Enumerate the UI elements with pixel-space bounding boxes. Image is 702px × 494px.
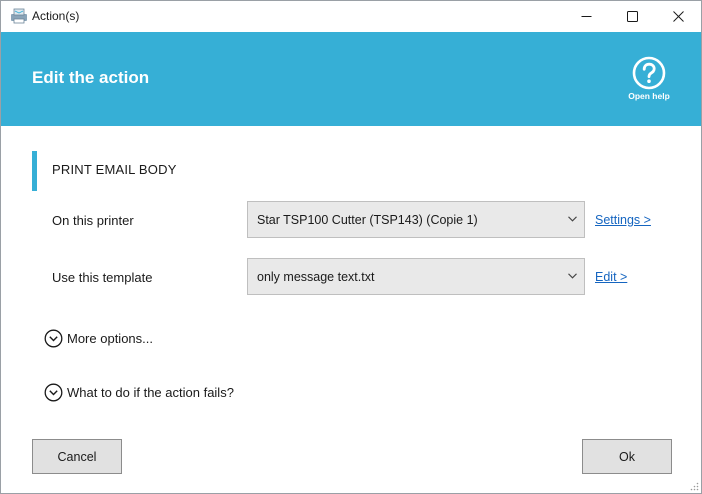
more-options-label: More options... bbox=[67, 330, 153, 346]
more-options-expander[interactable]: More options... bbox=[44, 328, 153, 348]
window-title: Action(s) bbox=[32, 9, 80, 23]
template-select[interactable]: only message text.txt bbox=[247, 258, 585, 295]
dialog-header: Edit the action Open help bbox=[1, 32, 701, 126]
help-icon bbox=[632, 56, 666, 90]
minimize-button[interactable] bbox=[563, 1, 609, 32]
ok-button[interactable]: Ok bbox=[582, 439, 672, 474]
template-edit-link[interactable]: Edit > bbox=[595, 270, 627, 284]
minimize-icon bbox=[581, 16, 591, 17]
header-title: Edit the action bbox=[32, 68, 150, 87]
close-icon bbox=[672, 11, 684, 22]
open-help-button[interactable]: Open help bbox=[623, 56, 675, 104]
open-help-label: Open help bbox=[628, 91, 670, 101]
on-failure-label: What to do if the action fails? bbox=[67, 384, 234, 400]
template-label: Use this template bbox=[52, 270, 153, 285]
resize-grip-icon[interactable] bbox=[689, 481, 699, 491]
action-dialog-window: Action(s) Edit the action Open help PRIN… bbox=[0, 0, 702, 494]
on-failure-expander[interactable]: What to do if the action fails? bbox=[44, 382, 234, 402]
expand-circle-icon bbox=[44, 329, 63, 347]
template-select-value: only message text.txt bbox=[257, 270, 375, 284]
chevron-down-icon bbox=[568, 216, 577, 222]
section-title: PRINT EMAIL BODY bbox=[52, 162, 177, 177]
printer-select-value: Star TSP100 Cutter (TSP143) (Copie 1) bbox=[257, 213, 478, 227]
close-button[interactable] bbox=[655, 1, 701, 32]
expand-circle-icon bbox=[44, 383, 63, 401]
maximize-icon bbox=[626, 11, 638, 22]
app-icon bbox=[11, 8, 27, 24]
printer-label: On this printer bbox=[52, 213, 134, 228]
section-accent-bar bbox=[32, 151, 37, 191]
printer-select[interactable]: Star TSP100 Cutter (TSP143) (Copie 1) bbox=[247, 201, 585, 238]
title-bar[interactable]: Action(s) bbox=[1, 1, 701, 32]
printer-settings-link[interactable]: Settings > bbox=[595, 213, 651, 227]
maximize-button[interactable] bbox=[609, 1, 655, 32]
chevron-down-icon bbox=[568, 273, 577, 279]
cancel-button[interactable]: Cancel bbox=[32, 439, 122, 474]
